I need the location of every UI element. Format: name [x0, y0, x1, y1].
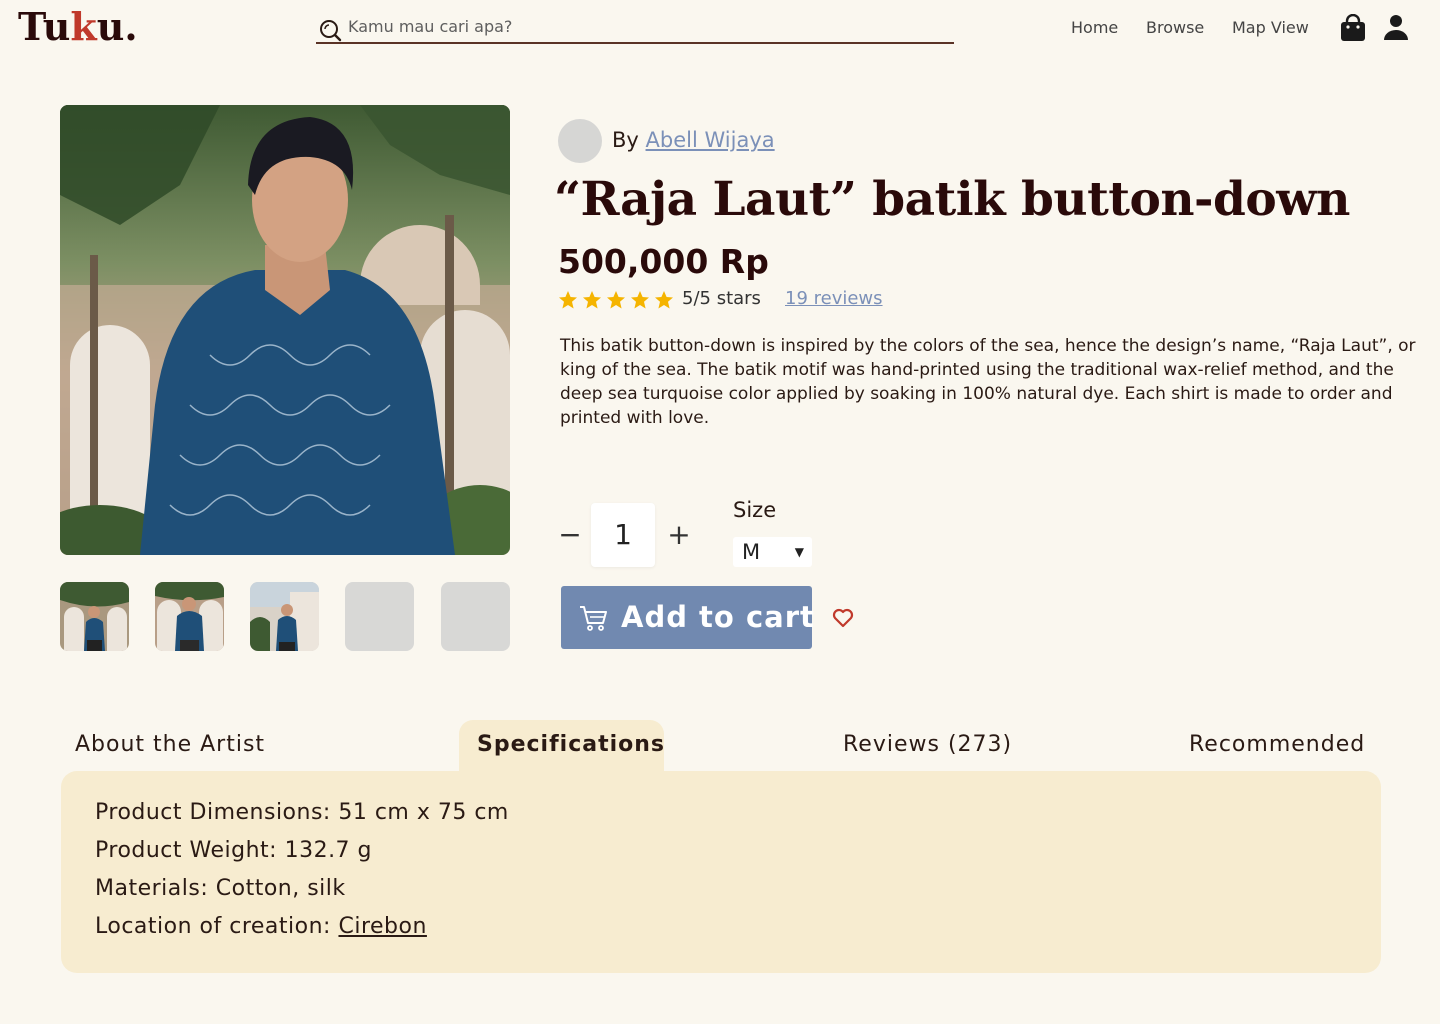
thumbnail-2[interactable] — [155, 582, 224, 651]
product-description: This batik button-down is inspired by th… — [560, 336, 1416, 428]
quantity-field[interactable]: 1 — [591, 503, 655, 567]
logo[interactable]: Tuku. — [18, 4, 138, 49]
artist-prefix: By — [612, 128, 639, 152]
thumbnail-placeholder-4[interactable] — [345, 582, 414, 651]
thumbnail-placeholder-5[interactable] — [441, 582, 510, 651]
thumbnail-1[interactable] — [60, 582, 129, 651]
thumbnail-3[interactable] — [250, 582, 319, 651]
nav-map-view[interactable]: Map View — [1232, 18, 1309, 37]
nav-home[interactable]: Home — [1071, 18, 1118, 37]
quantity-increment-button[interactable]: + — [667, 518, 691, 551]
spec-location-label: Location of creation: — [95, 914, 339, 939]
star-icon — [583, 291, 601, 309]
search-bar — [316, 12, 954, 44]
reviews-link[interactable]: 19 reviews — [785, 288, 883, 309]
artist-link[interactable]: Abell Wijaya — [646, 128, 775, 152]
size-select[interactable]: M ▼ — [733, 537, 812, 567]
shopping-bag-icon[interactable] — [1340, 14, 1366, 42]
product-main-image — [60, 105, 510, 555]
product-title: “Raja Laut” batik button-down — [554, 172, 1350, 227]
size-value: M — [742, 540, 761, 564]
rating-stars — [558, 290, 678, 310]
rating-text: 5/5 stars — [682, 288, 761, 309]
spec-materials: Materials: Cotton, silk — [95, 876, 346, 901]
location-link[interactable]: Cirebon — [338, 914, 426, 939]
search-icon[interactable] — [318, 18, 342, 42]
spec-location: Location of creation: Cirebon — [95, 914, 427, 939]
caret-down-icon: ▼ — [794, 545, 804, 559]
star-icon — [559, 291, 577, 309]
star-icon — [607, 291, 625, 309]
spec-weight: Product Weight: 132.7 g — [95, 838, 373, 863]
star-icon — [631, 291, 649, 309]
star-icon — [655, 291, 673, 309]
quantity-decrement-button[interactable]: − — [558, 518, 582, 551]
tab-specifications[interactable]: Specifications — [477, 732, 665, 757]
cart-icon — [580, 606, 607, 631]
tab-recommended[interactable]: Recommended — [1189, 732, 1365, 757]
user-icon[interactable] — [1384, 14, 1408, 40]
product-price: 500,000 Rp — [558, 242, 769, 281]
heart-icon[interactable] — [832, 608, 854, 628]
artist-byline: By Abell Wijaya — [612, 128, 775, 152]
tab-about-the-artist[interactable]: About the Artist — [75, 732, 265, 757]
add-to-cart-button[interactable]: Add to cart — [561, 586, 815, 649]
tab-reviews[interactable]: Reviews (273) — [843, 732, 1012, 757]
search-input[interactable] — [348, 12, 948, 40]
artist-avatar[interactable] — [558, 119, 602, 163]
nav-browse[interactable]: Browse — [1146, 18, 1204, 37]
add-to-cart-label: Add to cart — [621, 600, 815, 634]
spec-dimensions: Product Dimensions: 51 cm x 75 cm — [95, 800, 509, 825]
size-label: Size — [733, 498, 777, 522]
